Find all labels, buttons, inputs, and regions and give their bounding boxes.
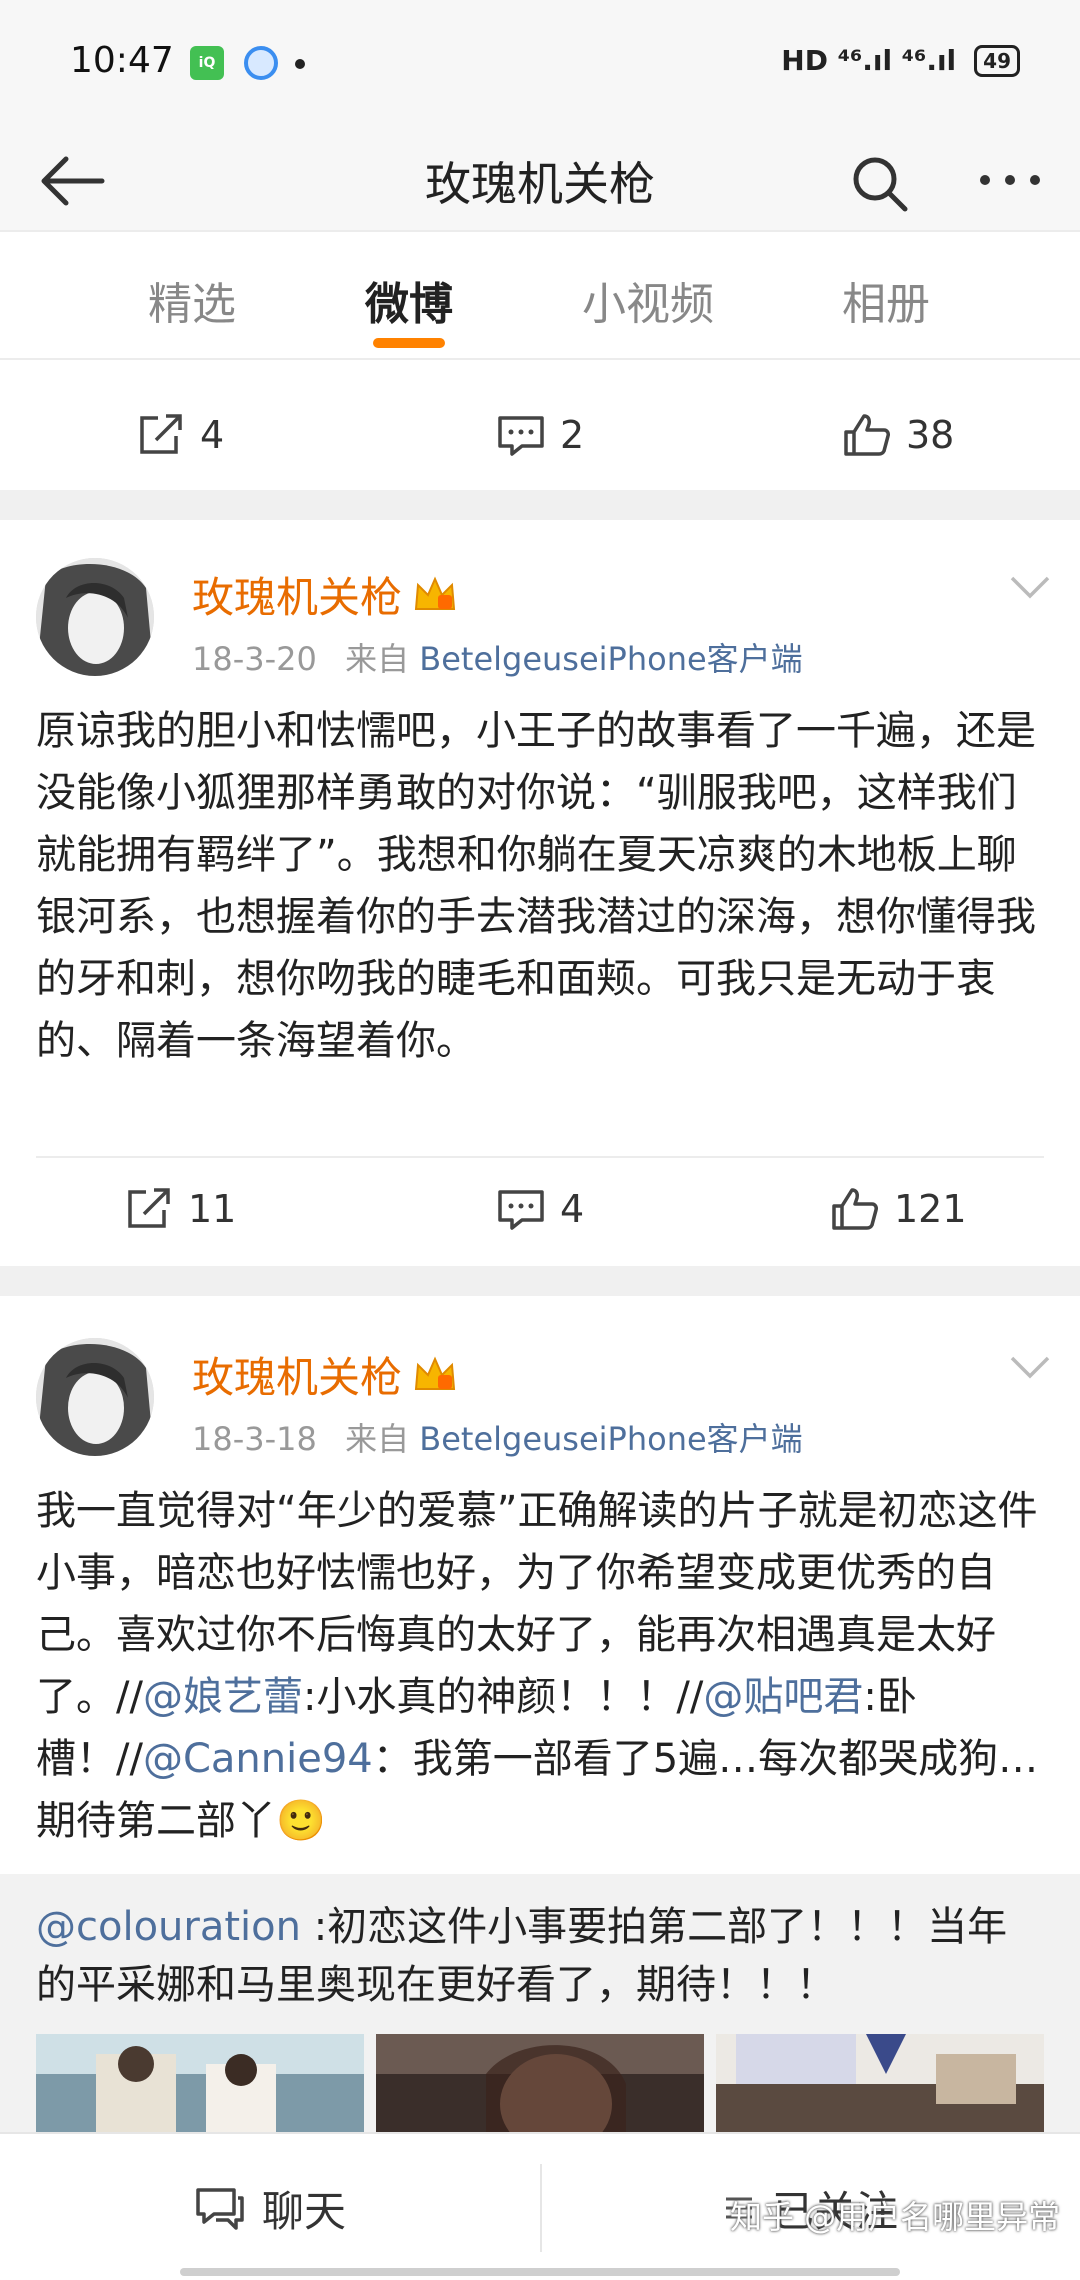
iqiyi-icon: iQ bbox=[190, 46, 224, 80]
signal-text: HD ⁴⁶.ıl ⁴⁶.ıl bbox=[781, 44, 957, 77]
tab-bar: 精选 微博 小视频 相册 bbox=[0, 230, 1080, 360]
post-source[interactable]: BetelgeuseiPhone客户端 bbox=[419, 640, 802, 678]
repost-image[interactable] bbox=[36, 2034, 364, 2144]
header: 玫瑰机关枪 bbox=[0, 130, 1080, 230]
weibo-post: 玫瑰机关枪 18-3-18 来自 BetelgeuseiPhone客户端 我一直… bbox=[0, 1296, 1080, 2144]
comment-count: 2 bbox=[560, 413, 585, 457]
chevron-down-icon[interactable] bbox=[1008, 572, 1052, 602]
avatar-image bbox=[36, 1338, 154, 1456]
active-tab-indicator bbox=[373, 338, 445, 348]
notification-dot-icon bbox=[295, 59, 305, 69]
tab-featured[interactable]: 精选 bbox=[148, 268, 236, 332]
post-meta: 18-3-18 来自 BetelgeuseiPhone客户端 bbox=[192, 1414, 803, 1460]
vip-crown-icon bbox=[414, 576, 456, 610]
like-icon bbox=[832, 1188, 878, 1230]
image-thumbnail bbox=[36, 2034, 364, 2144]
like-count: 121 bbox=[894, 1187, 967, 1231]
like-count: 38 bbox=[906, 413, 955, 457]
repost-button[interactable]: 4 bbox=[136, 412, 224, 458]
status-bar: 10:47 iQ HD ⁴⁶.ıl ⁴⁶.ıl 49 bbox=[0, 0, 1080, 130]
image-thumbnail bbox=[716, 2034, 1044, 2144]
avatar-image bbox=[36, 558, 154, 676]
repost-image[interactable] bbox=[376, 2034, 704, 2144]
mention-link[interactable]: @colouration bbox=[36, 1904, 301, 1950]
comment-icon bbox=[498, 416, 544, 456]
reposted-content[interactable]: @colouration :初恋这件小事要拍第二部了！！！当年的平采娜和马里奥现… bbox=[0, 1874, 1080, 2144]
chat-label: 聊天 bbox=[261, 2186, 346, 2236]
like-button[interactable]: 121 bbox=[830, 1186, 967, 1232]
comment-count: 4 bbox=[560, 1187, 585, 1231]
action-bar: 4 2 38 bbox=[0, 380, 1080, 490]
chevron-down-icon[interactable] bbox=[1008, 1352, 1052, 1382]
avatar[interactable] bbox=[36, 1338, 154, 1456]
from-label: 来自 bbox=[345, 640, 410, 678]
divider bbox=[36, 1156, 1044, 1158]
repost-text: @colouration :初恋这件小事要拍第二部了！！！当年的平采娜和马里奥现… bbox=[36, 1898, 1046, 2014]
repost-button[interactable]: 11 bbox=[124, 1186, 236, 1232]
status-indicators: HD ⁴⁶.ıl ⁴⁶.ıl 49 bbox=[781, 44, 1020, 77]
comment-button[interactable]: 2 bbox=[496, 412, 584, 458]
like-button[interactable]: 38 bbox=[842, 412, 954, 458]
status-time: 10:47 bbox=[70, 40, 174, 81]
author-name: 玫瑰机关枪 bbox=[192, 1353, 403, 1402]
repost-count: 4 bbox=[200, 413, 225, 457]
smile-emoji-icon: 🙂 bbox=[276, 1798, 326, 1844]
separator bbox=[0, 1266, 1080, 1296]
page-title: 玫瑰机关枪 bbox=[425, 157, 655, 211]
tab-album[interactable]: 相册 bbox=[842, 268, 930, 332]
post-date: 18-3-18 bbox=[192, 1420, 317, 1458]
post-author[interactable]: 玫瑰机关枪 bbox=[192, 564, 458, 625]
battery-icon: 49 bbox=[974, 44, 1020, 77]
repost-count: 11 bbox=[188, 1187, 237, 1231]
mention-link[interactable]: @娘艺蕾 bbox=[143, 1674, 303, 1720]
vip-crown-icon bbox=[414, 1356, 456, 1390]
separator bbox=[0, 490, 1080, 520]
watermark: 知乎 @用户名哪里异常 bbox=[730, 2198, 1061, 2236]
post-text: 原谅我的胆小和怯懦吧，小王子的故事看了一千遍，还是没能像小狐狸那样勇敢的对你说：… bbox=[36, 708, 1036, 1064]
comment-icon bbox=[498, 1190, 544, 1230]
post-date: 18-3-20 bbox=[192, 640, 317, 678]
repost-image[interactable] bbox=[716, 2034, 1044, 2144]
post-source[interactable]: BetelgeuseiPhone客户端 bbox=[419, 1420, 802, 1458]
repost-icon bbox=[140, 414, 182, 454]
browser-icon bbox=[244, 46, 278, 80]
post-text: 我一直觉得对“年少的爱慕”正确解读的片子就是初恋这件小事，暗恋也好怯懦也好，为了… bbox=[36, 1480, 1046, 1852]
mention-link[interactable]: @贴吧君 bbox=[703, 1674, 863, 1720]
home-indicator[interactable] bbox=[180, 2268, 900, 2276]
like-icon bbox=[844, 414, 890, 456]
from-label: 来自 bbox=[345, 1420, 410, 1458]
tab-weibo[interactable]: 微博 bbox=[365, 268, 453, 332]
post-author[interactable]: 玫瑰机关枪 bbox=[192, 1344, 458, 1405]
mention-link[interactable]: @Cannie94 bbox=[143, 1736, 373, 1782]
avatar[interactable] bbox=[36, 558, 154, 676]
post-text-segment: :小水真的神颜！！！// bbox=[302, 1674, 704, 1720]
image-thumbnail bbox=[376, 2034, 704, 2144]
chat-button[interactable]: 聊天 bbox=[0, 2134, 540, 2280]
search-icon[interactable] bbox=[850, 154, 910, 214]
post-meta: 18-3-20 来自 BetelgeuseiPhone客户端 bbox=[192, 634, 803, 680]
chat-icon bbox=[196, 2188, 244, 2230]
more-icon[interactable] bbox=[975, 160, 1045, 200]
comment-button[interactable]: 4 bbox=[496, 1186, 584, 1232]
author-name: 玫瑰机关枪 bbox=[192, 573, 403, 622]
weibo-post: 玫瑰机关枪 18-3-20 来自 BetelgeuseiPhone客户端 原谅我… bbox=[0, 520, 1080, 1260]
action-bar: 11 4 121 bbox=[0, 1160, 1080, 1260]
repost-icon bbox=[128, 1188, 170, 1228]
tab-short-video[interactable]: 小视频 bbox=[582, 268, 714, 332]
